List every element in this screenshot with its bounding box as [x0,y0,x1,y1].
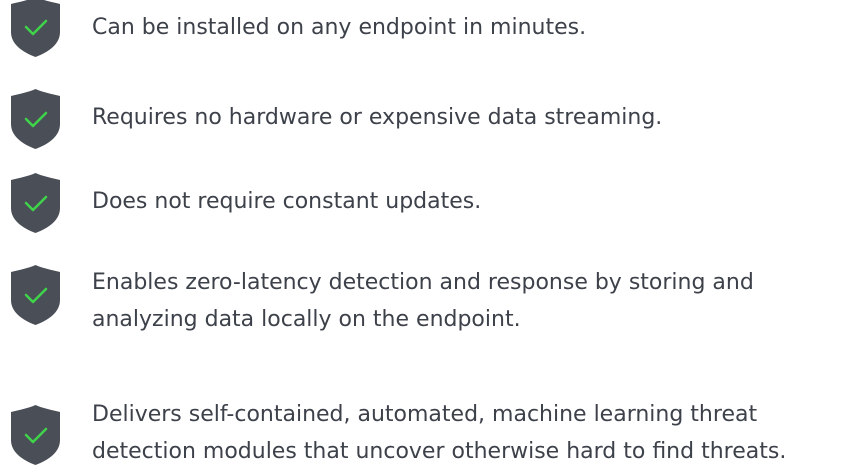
feature-text-line: analyzing data locally on the endpoint. [92,307,521,332]
feature-text-line: Requires no hardware or expensive data s… [92,105,663,130]
shield-check-icon [7,404,64,466]
feature-text-line: Enables zero-latency detection and respo… [92,270,754,295]
shield-check-icon [7,172,64,234]
feature-text-line: detection modules that uncover otherwise… [92,439,787,464]
feature-text-line: Delivers self-contained, automated, mach… [92,402,758,427]
feature-text-line: Can be installed on any endpoint in minu… [92,15,587,40]
shield-check-icon [7,264,64,326]
shield-check-icon [7,88,64,150]
shield-check-icon [7,0,64,58]
feature-text-line: Does not require constant updates. [92,189,482,214]
